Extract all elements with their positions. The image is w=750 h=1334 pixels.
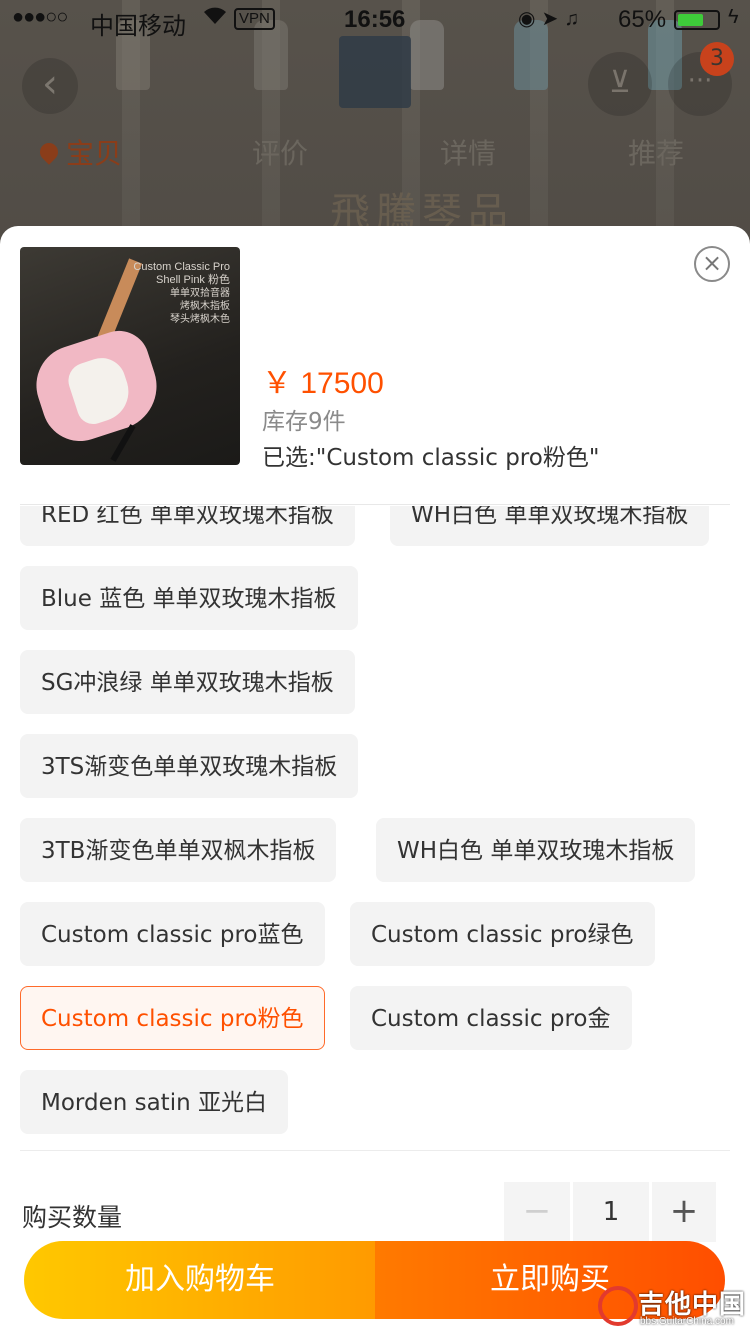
product-image-caption: Custom Classic Pro Shell Pink 粉色 单单双拾音器 … bbox=[133, 261, 230, 326]
caption-line: Custom Classic Pro bbox=[133, 261, 230, 273]
guitar-logo-icon bbox=[598, 1286, 638, 1326]
watermark-url: bbs.GuitarChina.com bbox=[640, 1316, 734, 1327]
variant-option[interactable]: Custom classic pro蓝色 bbox=[20, 902, 325, 966]
quantity-increase-button[interactable]: + bbox=[652, 1182, 716, 1242]
variant-option[interactable]: SG冲浪绿 单单双玫瑰木指板 bbox=[20, 650, 355, 714]
header-divider bbox=[20, 504, 730, 505]
variant-option[interactable]: WH白色 单单双玫瑰木指板 bbox=[390, 506, 710, 546]
product-image: Custom Classic Pro Shell Pink 粉色 单单双拾音器 … bbox=[20, 247, 240, 465]
variant-option[interactable]: Custom classic pro绿色 bbox=[350, 902, 655, 966]
battery-percentage: 65% bbox=[618, 6, 667, 33]
product-price: ￥ 17500 bbox=[262, 367, 384, 400]
variant-option[interactable]: WH白色 单单双玫瑰木指板 bbox=[376, 818, 696, 882]
quantity-label: 购买数量 bbox=[22, 1203, 123, 1232]
variant-option[interactable]: 3TB渐变色单单双枫木指板 bbox=[20, 818, 337, 882]
cart-button[interactable]: ⊻ bbox=[588, 52, 652, 116]
battery-level bbox=[678, 14, 703, 26]
variant-option[interactable]: Blue 蓝色 单单双玫瑰木指板 bbox=[20, 566, 358, 630]
quantity-input[interactable]: 1 bbox=[573, 1182, 649, 1242]
location-pin-icon bbox=[36, 139, 62, 165]
variant-options: RED 红色 单单双玫瑰木指板 WH白色 单单双玫瑰木指板 Blue 蓝色 单单… bbox=[0, 506, 750, 1152]
stock-count: 库存9件 bbox=[262, 409, 346, 435]
tab-item[interactable]: 宝贝 bbox=[36, 132, 123, 172]
caption-line: Shell Pink 粉色 bbox=[156, 274, 230, 286]
clock: 16:56 bbox=[344, 6, 406, 33]
variant-option[interactable]: Morden satin 亚光白 bbox=[20, 1070, 288, 1134]
tab-details[interactable]: 详情 bbox=[440, 132, 496, 172]
carrier-name: 中国移动 bbox=[90, 13, 186, 40]
quantity-divider bbox=[20, 1150, 730, 1151]
vpn-badge: VPN bbox=[234, 8, 275, 30]
status-bar: ●●●○○ 中国移动 VPN 16:56 ◉➤♫ 65% ϟ bbox=[0, 0, 750, 40]
tab-reviews[interactable]: 评价 bbox=[252, 132, 308, 172]
headphones-icon: ♫ bbox=[564, 8, 586, 30]
tab-recommend[interactable]: 推荐 bbox=[628, 132, 684, 172]
caption-line: 琴头烤枫木色 bbox=[170, 314, 230, 325]
battery-icon bbox=[674, 10, 720, 30]
variant-option[interactable]: Custom classic pro金 bbox=[350, 986, 632, 1050]
tab-label: 宝贝 bbox=[66, 137, 123, 170]
caption-line: 单单双拾音器 bbox=[170, 288, 230, 299]
quantity-stepper: − 1 + bbox=[504, 1182, 716, 1242]
status-icons: ◉➤♫ bbox=[518, 6, 585, 31]
product-tabs: 宝贝 评价 详情 推荐 bbox=[0, 118, 750, 184]
variant-option-selected[interactable]: Custom classic pro粉色 bbox=[20, 986, 325, 1050]
rotation-lock-icon: ◉ bbox=[518, 8, 542, 30]
charging-icon: ϟ bbox=[728, 6, 739, 28]
chevron-left-icon: ‹ bbox=[42, 61, 58, 107]
add-to-cart-button[interactable]: 加入购物车 bbox=[24, 1241, 376, 1319]
header-product-thumbnail bbox=[339, 36, 411, 108]
sku-selector-sheet: Custom Classic Pro Shell Pink 粉色 单单双拾音器 … bbox=[0, 226, 750, 1334]
selected-variant-text: 已选:"Custom classic pro粉色" bbox=[262, 445, 600, 471]
location-icon: ➤ bbox=[541, 8, 565, 30]
cart-badge: 3 bbox=[700, 42, 734, 76]
quantity-decrease-button[interactable]: − bbox=[504, 1182, 570, 1242]
close-icon: × bbox=[701, 249, 723, 277]
variant-option[interactable]: RED 红色 单单双玫瑰木指板 bbox=[20, 506, 355, 546]
caption-line: 烤枫木指板 bbox=[180, 301, 230, 312]
back-button[interactable]: ‹ bbox=[22, 58, 78, 114]
wifi-icon bbox=[200, 4, 230, 32]
signal-strength: ●●●○○ bbox=[12, 6, 68, 28]
variant-option[interactable]: 3TS渐变色单单双玫瑰木指板 bbox=[20, 734, 359, 798]
watermark: 吉他中国 bbs.GuitarChina.com bbox=[598, 1284, 748, 1332]
close-button[interactable]: × bbox=[694, 246, 730, 282]
cart-icon: ⊻ bbox=[609, 65, 631, 100]
